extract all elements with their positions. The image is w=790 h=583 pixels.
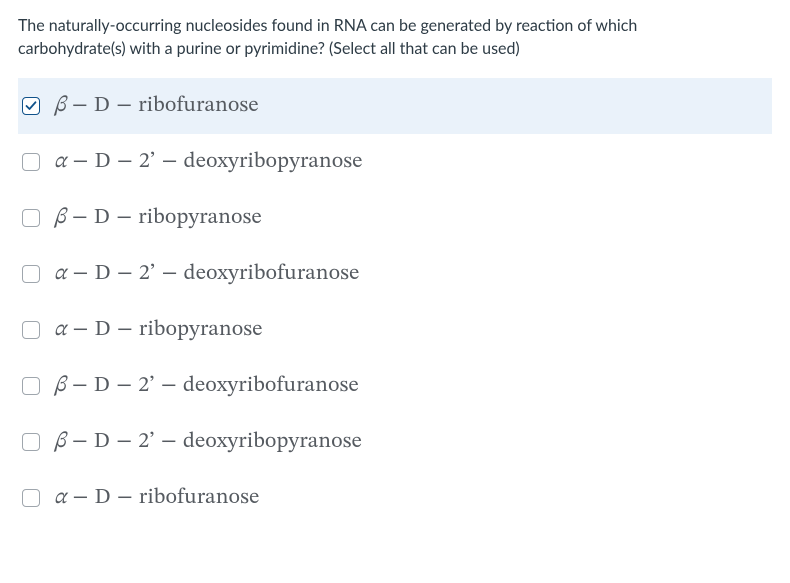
checkbox[interactable] [22,153,40,171]
option-body: D [94,431,110,453]
option-body: D [95,487,111,509]
option-row[interactable]: α−D−ribofuranose [18,470,772,526]
option-body: D [95,319,111,341]
checkbox[interactable] [22,321,40,339]
option-label: β−D−ribofuranose [54,92,259,120]
option-tail: ribopyranose [138,207,262,229]
minus-sep: − [110,92,138,120]
option-tail: deoxyribofuranose [183,375,359,397]
checkbox[interactable] [22,97,40,115]
check-icon [25,97,39,111]
option-row[interactable]: β−D−2’−deoxyribofuranose [18,358,772,414]
two-prime: 2’ [139,263,156,285]
option-label: α−D−ribofuranose [54,484,260,512]
minus-sep: − [67,260,95,288]
option-tail: ribopyranose [139,319,263,341]
option-tail: deoxyribopyranose [183,431,362,453]
option-tail: ribofuranose [139,487,260,509]
option-row[interactable]: β−D−2’−deoxyribopyranose [18,414,772,470]
option-prefix: β [54,207,66,229]
option-label: β−D−2’−deoxyribofuranose [54,372,359,400]
option-prefix: α [54,487,67,509]
minus-sep: − [67,316,95,344]
minus-sep: − [155,372,183,400]
option-tail: deoxyribopyranose [184,151,363,173]
option-body: D [95,263,111,285]
option-body: D [94,375,110,397]
option-row[interactable]: α−D−2’−deoxyribopyranose [18,134,772,190]
minus-sep: − [67,484,95,512]
option-prefix: β [54,431,66,453]
option-prefix: α [54,151,67,173]
option-prefix: α [54,263,67,285]
checkbox[interactable] [22,209,40,227]
minus-sep: − [156,148,184,176]
minus-sep: − [66,204,94,232]
question-text: The naturally-occurring nucleosides foun… [18,14,772,60]
option-label: α−D−2’−deoxyribofuranose [54,260,360,288]
option-tail: ribofuranose [138,95,259,117]
option-body: D [94,207,110,229]
checkbox[interactable] [22,377,40,395]
options-list: β−D−ribofuranoseα−D−2’−deoxyribopyranose… [18,78,772,526]
minus-sep: − [110,372,138,400]
minus-sep: − [66,428,94,456]
checkbox[interactable] [22,265,40,283]
two-prime: 2’ [139,151,156,173]
two-prime: 2’ [138,431,155,453]
checkbox[interactable] [22,433,40,451]
option-prefix: β [54,375,66,397]
option-body: D [94,95,110,117]
minus-sep: − [66,372,94,400]
option-row[interactable]: β−D−ribofuranose [18,78,772,134]
option-row[interactable]: β−D−ribopyranose [18,190,772,246]
minus-sep: − [111,260,139,288]
minus-sep: − [111,148,139,176]
minus-sep: − [66,92,94,120]
minus-sep: − [156,260,184,288]
minus-sep: − [111,484,139,512]
option-label: α−D−2’−deoxyribopyranose [54,148,363,176]
minus-sep: − [110,428,138,456]
option-tail: deoxyribofuranose [184,263,360,285]
option-body: D [95,151,111,173]
minus-sep: − [155,428,183,456]
option-row[interactable]: α−D−ribopyranose [18,302,772,358]
option-prefix: α [54,319,67,341]
option-prefix: β [54,95,66,117]
option-label: β−D−2’−deoxyribopyranose [54,428,362,456]
two-prime: 2’ [138,375,155,397]
minus-sep: − [111,316,139,344]
option-row[interactable]: α−D−2’−deoxyribofuranose [18,246,772,302]
option-label: β−D−ribopyranose [54,204,262,232]
minus-sep: − [67,148,95,176]
checkbox[interactable] [22,489,40,507]
option-label: α−D−ribopyranose [54,316,263,344]
minus-sep: − [110,204,138,232]
